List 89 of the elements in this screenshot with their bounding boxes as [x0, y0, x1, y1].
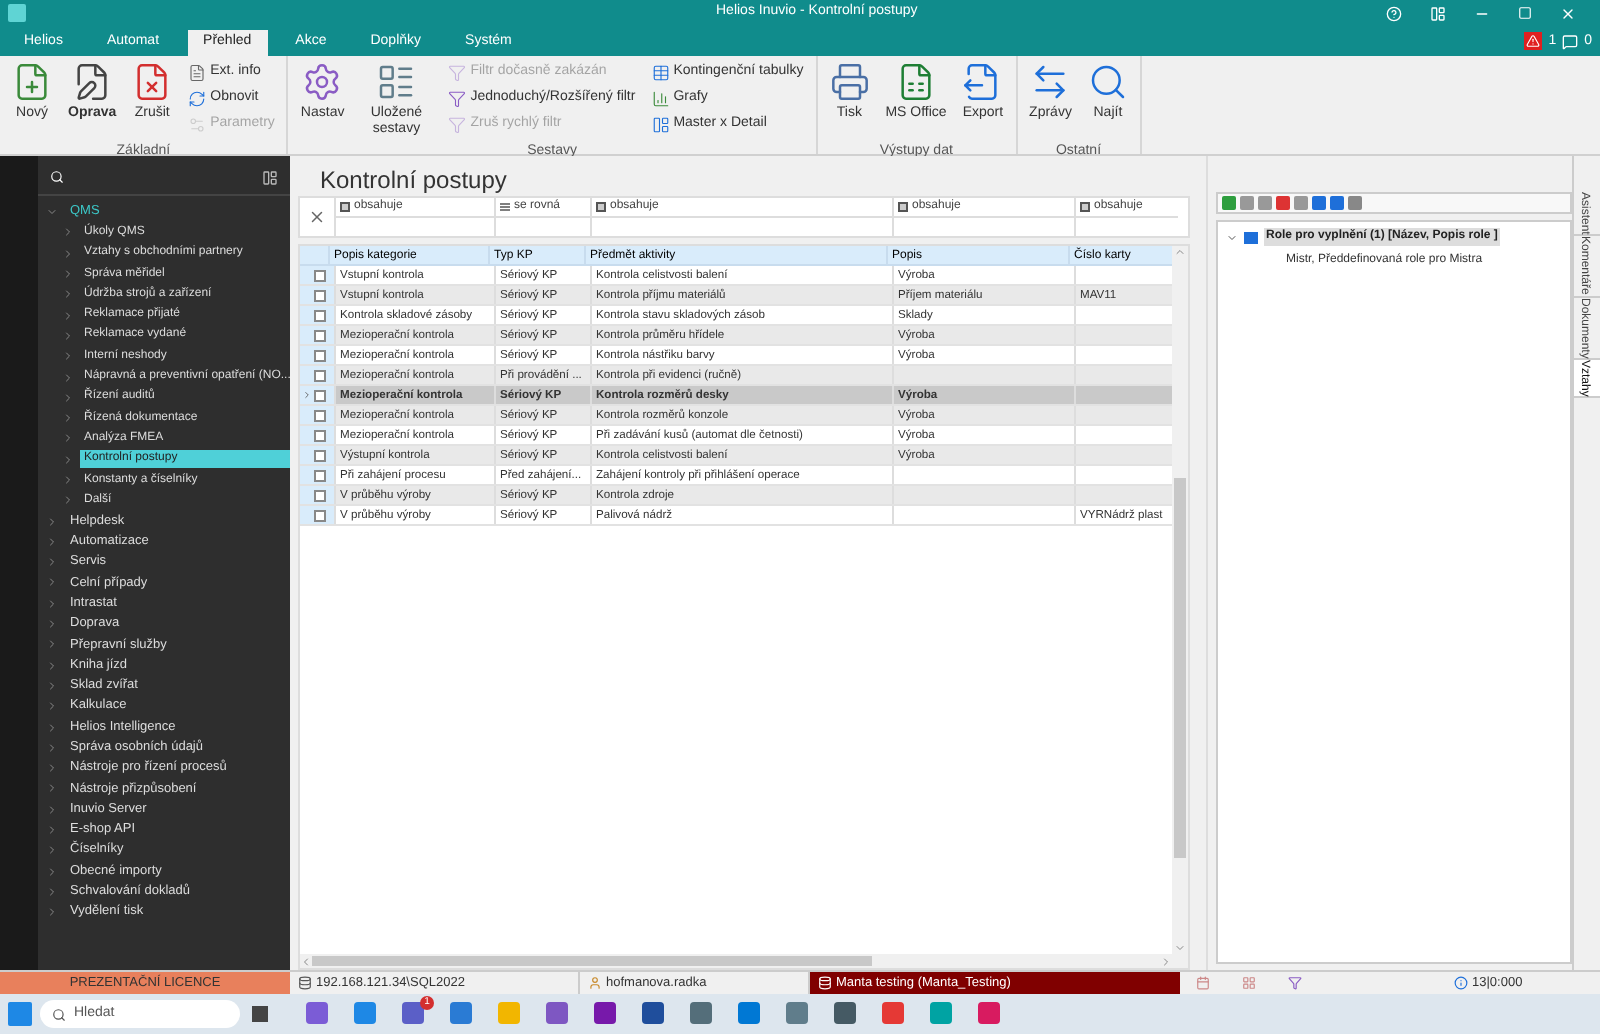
refresh-icon: [188, 89, 207, 107]
info-icon: [1454, 976, 1468, 990]
row-header[interactable]: [300, 466, 334, 484]
equals-icon: [500, 202, 510, 212]
message-icon[interactable]: [1562, 33, 1579, 50]
export-icon: [962, 62, 1003, 102]
row-checkbox[interactable]: [314, 409, 326, 421]
close-icon: [308, 208, 326, 226]
row-checkbox[interactable]: [314, 269, 326, 281]
search-icon: [1087, 62, 1128, 102]
app-icon[interactable]: [594, 1002, 616, 1024]
app-icon[interactable]: [930, 1002, 952, 1024]
grid-icon: [1242, 976, 1256, 990]
row-checkbox[interactable]: [314, 509, 326, 521]
relation-icon: [1244, 231, 1258, 243]
row-header[interactable]: [300, 426, 334, 444]
row-checkbox[interactable]: [314, 469, 326, 481]
row-header[interactable]: [300, 366, 334, 384]
app-icon[interactable]: [786, 1002, 808, 1024]
printer-icon: [829, 62, 870, 102]
scrollbar-thumb[interactable]: [1174, 478, 1186, 858]
row-checkbox[interactable]: [314, 429, 326, 441]
filter-icon: [448, 115, 467, 133]
row-header[interactable]: [300, 446, 334, 464]
app-icon[interactable]: [978, 1002, 1000, 1024]
search-icon[interactable]: [50, 170, 64, 184]
row-header[interactable]: [300, 326, 334, 344]
chart-icon: [651, 89, 670, 107]
contains-icon: [596, 202, 606, 212]
app-icon[interactable]: [738, 1002, 760, 1024]
contains-icon: [1080, 202, 1090, 212]
help-icon[interactable]: [1386, 5, 1402, 21]
row-header[interactable]: [300, 266, 334, 284]
row-header[interactable]: [300, 286, 334, 304]
row-checkbox[interactable]: [314, 329, 326, 341]
row-header[interactable]: [300, 346, 334, 364]
row-checkbox[interactable]: [314, 369, 326, 381]
filter-icon: [448, 63, 467, 81]
spreadsheet-icon: [896, 62, 936, 102]
table-icon: [651, 63, 670, 81]
app-icon[interactable]: [354, 1002, 376, 1024]
row-header[interactable]: [300, 486, 334, 504]
row-checkbox[interactable]: [314, 489, 326, 501]
calendar-icon: [1196, 976, 1210, 990]
close-icon[interactable]: [1560, 5, 1576, 21]
arrows-icon: [1030, 62, 1071, 102]
row-header[interactable]: [300, 406, 334, 424]
panel-toggle-icon[interactable]: [262, 169, 278, 185]
app-icon[interactable]: [642, 1002, 664, 1024]
app-icon[interactable]: [882, 1002, 904, 1024]
layout-icon[interactable]: [1430, 5, 1446, 21]
contains-icon: [898, 202, 908, 212]
app-icon[interactable]: [546, 1002, 568, 1024]
start-icon[interactable]: [8, 1002, 32, 1026]
alert-icon[interactable]: [1524, 32, 1543, 51]
server-icon: [298, 976, 312, 990]
row-checkbox[interactable]: [314, 289, 326, 301]
contains-icon: [340, 202, 350, 212]
row-header[interactable]: [300, 506, 334, 524]
app-icon[interactable]: [690, 1002, 712, 1024]
page-title: Kontrolní postupy: [318, 164, 509, 196]
database-icon: [818, 976, 832, 990]
document-icon: [188, 63, 207, 81]
collapse-icon: [1226, 231, 1238, 243]
sliders-icon: [188, 115, 207, 133]
maximize-icon[interactable]: [1518, 6, 1532, 20]
filter-icon: [1288, 976, 1302, 990]
settings-icon: [302, 62, 343, 102]
new-document-icon: [12, 62, 52, 102]
report-icon: [376, 62, 417, 102]
app-icon[interactable]: [306, 1002, 328, 1024]
app-icon[interactable]: [834, 1002, 856, 1024]
search-icon: [52, 1007, 66, 1021]
filter-icon: [448, 89, 467, 107]
row-header[interactable]: [300, 386, 334, 404]
user-icon: [588, 976, 602, 990]
scrollbar-thumb[interactable]: [312, 956, 872, 966]
layout-icon: [651, 115, 670, 133]
current-row-icon: [302, 390, 312, 400]
app-logo-icon: [8, 4, 26, 22]
row-checkbox[interactable]: [314, 309, 326, 321]
row-checkbox[interactable]: [314, 389, 326, 401]
row-checkbox[interactable]: [314, 349, 326, 361]
app-icon[interactable]: [450, 1002, 472, 1024]
collapse-icon: [46, 206, 58, 219]
edit-document-icon: [72, 62, 113, 102]
row-header[interactable]: [300, 306, 334, 324]
row-checkbox[interactable]: [314, 449, 326, 461]
delete-document-icon: [132, 62, 173, 102]
